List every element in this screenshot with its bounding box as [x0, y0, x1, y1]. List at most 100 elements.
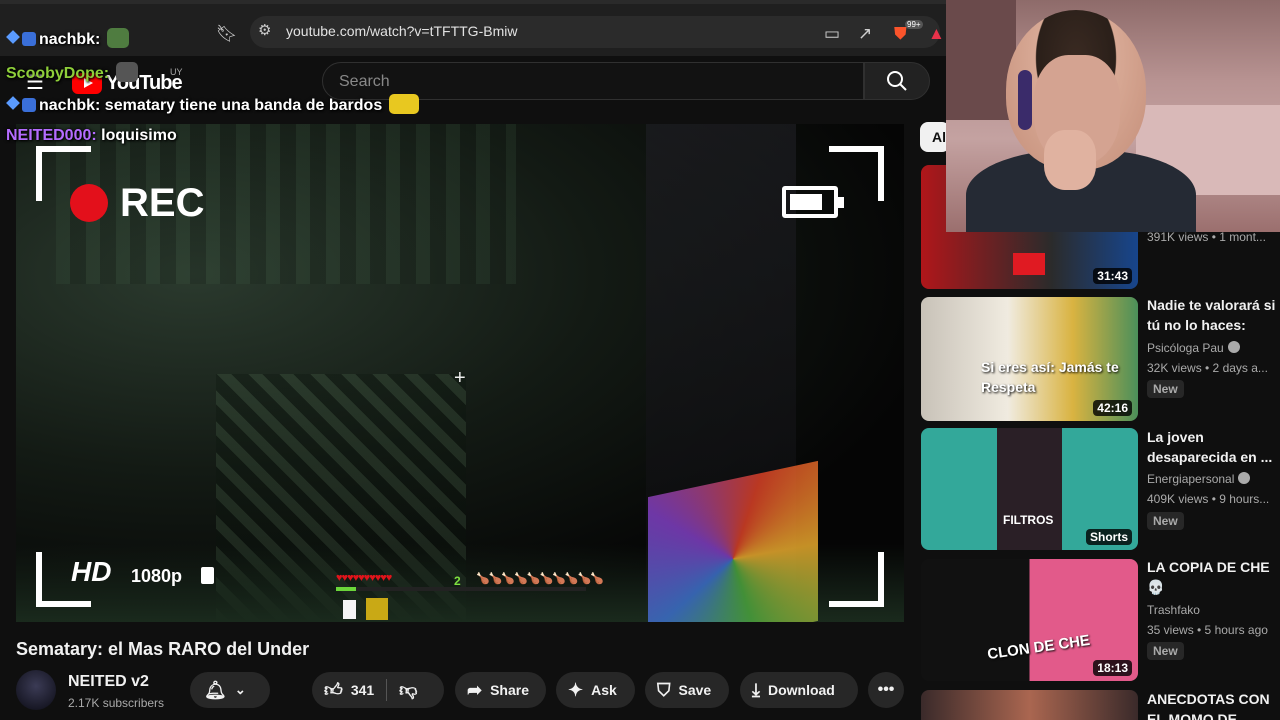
- search-icon: [887, 71, 907, 91]
- emote-icon: [115, 62, 138, 82]
- video-duration: 18:13: [1093, 660, 1132, 676]
- video-meta: 32K views • 2 days a...: [1147, 361, 1268, 375]
- resolution-label: 1080p: [131, 566, 183, 586]
- emote-icon: [106, 28, 129, 48]
- xp-level: 2: [454, 574, 461, 588]
- dislike-icon[interactable]: 👎︎: [399, 679, 417, 701]
- save-button[interactable]: ⛉ Save: [645, 672, 729, 708]
- chat-text: sematary tiene una banda de bardos: [104, 97, 383, 114]
- browser-address-bar: 🔖︎ ⚙︎ youtube.com/watch?v=tTFTTG-Bmiw ▭ …: [0, 0, 946, 56]
- subscriber-badge-icon: [22, 98, 36, 112]
- video-title[interactable]: ANECDOTAS CON EL MOMO DE...: [1147, 689, 1277, 720]
- video-meta: 409K views • 9 hours...: [1147, 492, 1270, 506]
- more-actions-button[interactable]: •••: [868, 672, 904, 708]
- video-thumbnail[interactable]: FILTROS Shorts: [921, 428, 1138, 550]
- moderator-badge-icon: [6, 96, 20, 110]
- bookmark-icon[interactable]: 🔖︎: [216, 24, 238, 44]
- search-placeholder: Search: [339, 73, 390, 90]
- headphones-icon: [1018, 70, 1032, 130]
- like-dislike-button[interactable]: 👍︎ 341 👎︎: [312, 672, 444, 708]
- video-channel[interactable]: Energiapersonal: [1147, 472, 1251, 486]
- hd-label: HD: [71, 556, 112, 587]
- channel-name: Psicóloga Pau: [1147, 341, 1224, 355]
- video-title[interactable]: La joven desaparecida en ...: [1147, 427, 1277, 467]
- thumb-text: FILTROS: [1003, 513, 1054, 527]
- ask-button[interactable]: ✦ Ask: [556, 672, 635, 708]
- new-badge: New: [1147, 642, 1184, 660]
- streamer-hand: [1044, 130, 1096, 190]
- battery-level: [790, 194, 822, 210]
- chat-message: nachbk: sematary tiene una banda de bard…: [6, 94, 419, 115]
- site-settings-icon[interactable]: ⚙︎: [258, 21, 271, 39]
- video-title[interactable]: LA COPIA DE CHE 💀: [1147, 557, 1277, 597]
- ask-label: Ask: [591, 682, 617, 698]
- verified-icon: [1227, 341, 1240, 353]
- divider: [386, 679, 388, 701]
- new-badge: New: [1147, 512, 1184, 530]
- video-thumbnail[interactable]: CLON DE CHE 18:13: [921, 559, 1138, 681]
- more-icon: •••: [877, 681, 895, 698]
- hunger-bar: 🍗🍗🍗🍗🍗🍗🍗🍗🍗🍗: [476, 573, 604, 585]
- notifications-button[interactable]: 🔔︎ ⌄: [190, 672, 270, 708]
- download-label: Download: [767, 682, 835, 698]
- health-bar: ♥♥♥♥♥♥♥♥♥♥: [336, 572, 392, 584]
- download-button[interactable]: ⤓ Download: [740, 672, 858, 708]
- moderator-badge-icon: [6, 30, 20, 44]
- thumb-text: Si eres así: Jamás te Respeta: [981, 359, 1119, 395]
- video-thumbnail[interactable]: [921, 690, 1138, 720]
- verified-icon: [1238, 472, 1251, 484]
- chat-user: nachbk:: [39, 31, 101, 48]
- thumb-object: [1013, 253, 1045, 275]
- video-duration: 42:16: [1093, 400, 1132, 416]
- chat-message: ScoobyDope:: [6, 62, 138, 83]
- download-icon: ⤓: [752, 679, 760, 700]
- sparkle-icon: ✦: [568, 679, 584, 700]
- share-label: Share: [490, 682, 530, 698]
- search-button[interactable]: [864, 62, 930, 100]
- video-channel[interactable]: Psicóloga Pau: [1147, 341, 1240, 355]
- video-title[interactable]: Nadie te valorará si tú no lo haces: La.…: [1147, 295, 1277, 335]
- country-code: UY: [170, 67, 183, 77]
- video-channel[interactable]: Trashfako: [1147, 603, 1200, 617]
- url-text: youtube.com/watch?v=tTFTTG-Bmiw: [286, 23, 518, 39]
- emote-icon: [388, 94, 419, 114]
- video-player[interactable]: REC + HD 1080p ♥♥♥♥♥♥♥♥♥♥ 2 🍗🍗🍗🍗🍗🍗🍗🍗🍗🍗: [16, 124, 904, 622]
- share-page-icon[interactable]: ↗: [858, 24, 872, 44]
- like-icon[interactable]: 👍︎: [324, 679, 343, 701]
- video-title: Sematary: el Mas RARO del Under: [16, 639, 310, 659]
- rec-dot-icon: [70, 184, 108, 222]
- video-duration: 31:43: [1093, 268, 1132, 284]
- channel-name: Energiapersonal: [1147, 472, 1235, 486]
- channel-name[interactable]: NEITED v2: [68, 673, 149, 691]
- save-label: Save: [678, 682, 712, 698]
- chat-user: NEITED000:: [6, 127, 97, 144]
- hotbar-slot: [366, 598, 388, 620]
- video-meta: 35 views • 5 hours ago: [1147, 623, 1268, 637]
- brave-badge: 99+: [905, 20, 923, 29]
- chat-user: nachbk:: [39, 97, 101, 114]
- sd-card-icon: [201, 567, 214, 584]
- hotbar-slot: [343, 600, 356, 619]
- chat-user: ScoobyDope:: [6, 65, 110, 82]
- share-button[interactable]: ➦ Share: [455, 672, 546, 708]
- bell-icon: 🔔︎: [204, 679, 227, 700]
- chat-message: NEITED000: loquisimo: [6, 127, 177, 145]
- webcam-overlay: [946, 0, 1280, 232]
- rewards-icon[interactable]: ▲: [928, 24, 945, 44]
- video-thumbnail[interactable]: Si eres así: Jamás te Respeta 42:16: [921, 297, 1138, 421]
- crosshair-icon: +: [454, 367, 466, 389]
- battery-icon: [782, 186, 844, 218]
- channel-avatar[interactable]: [16, 670, 56, 710]
- xp-bar-fill: [336, 587, 356, 591]
- frame-corner-br: [829, 552, 884, 607]
- subscriber-count: 2.17K subscribers: [68, 696, 165, 710]
- bookmark-icon: ⛉: [657, 679, 671, 700]
- video-meta: 391K views • 1 mont...: [1147, 230, 1266, 244]
- chat-text: loquisimo: [101, 127, 177, 144]
- share-icon: ➦: [467, 679, 483, 700]
- cast-icon[interactable]: ▭: [824, 24, 840, 44]
- chat-message: nachbk:: [6, 28, 129, 49]
- shorts-badge: Shorts: [1085, 529, 1132, 545]
- thumb-text: CLON DE CHE: [986, 631, 1092, 664]
- chevron-down-icon: ⌄: [234, 682, 246, 697]
